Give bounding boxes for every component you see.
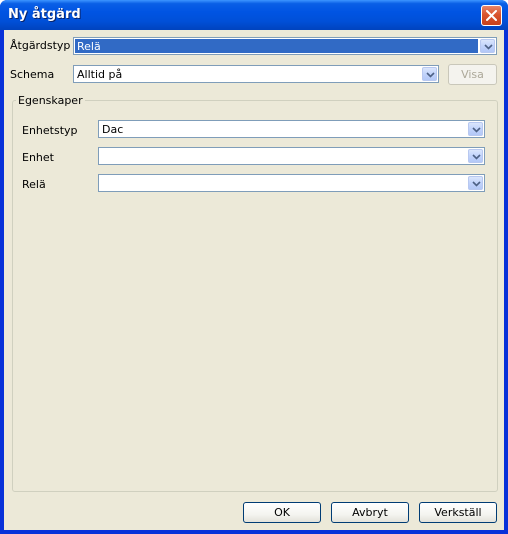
action-type-selection-highlight: Relä [75, 39, 478, 53]
schedule-dropdown-button[interactable] [422, 67, 437, 81]
close-button[interactable] [481, 5, 502, 26]
dialog-window: Ny åtgärd Åtgärdstyp Relä Schema Alltid … [0, 0, 508, 534]
device-dropdown-button[interactable] [468, 149, 483, 163]
relay-select[interactable] [98, 174, 485, 192]
schedule-select[interactable]: Alltid på [73, 65, 439, 83]
device-type-label: Enhetstyp [22, 124, 78, 137]
device-label: Enhet [22, 151, 54, 164]
action-type-dropdown-button[interactable] [480, 39, 495, 53]
device-type-value: Dac [102, 123, 124, 136]
device-select[interactable] [98, 147, 485, 165]
device-type-select[interactable]: Dac [98, 120, 485, 138]
device-type-dropdown-button[interactable] [468, 122, 483, 136]
dialog-client-area: Åtgärdstyp Relä Schema Alltid på Visa Eg… [4, 30, 504, 530]
ok-button[interactable]: OK [243, 502, 321, 523]
relay-dropdown-button[interactable] [468, 176, 483, 190]
schedule-label: Schema [10, 68, 55, 81]
schedule-value: Alltid på [77, 68, 123, 81]
action-type-select[interactable]: Relä [73, 37, 497, 55]
show-schedule-button[interactable]: Visa [448, 64, 497, 85]
cancel-button[interactable]: Avbryt [331, 502, 409, 523]
properties-legend: Egenskaper [16, 94, 85, 107]
title-bar[interactable]: Ny åtgärd [0, 0, 508, 30]
window-title: Ny åtgärd [8, 7, 81, 22]
action-type-value: Relä [77, 40, 101, 53]
relay-label: Relä [22, 178, 46, 191]
apply-button[interactable]: Verkställ [419, 502, 497, 523]
action-type-label: Åtgärdstyp [10, 39, 71, 52]
